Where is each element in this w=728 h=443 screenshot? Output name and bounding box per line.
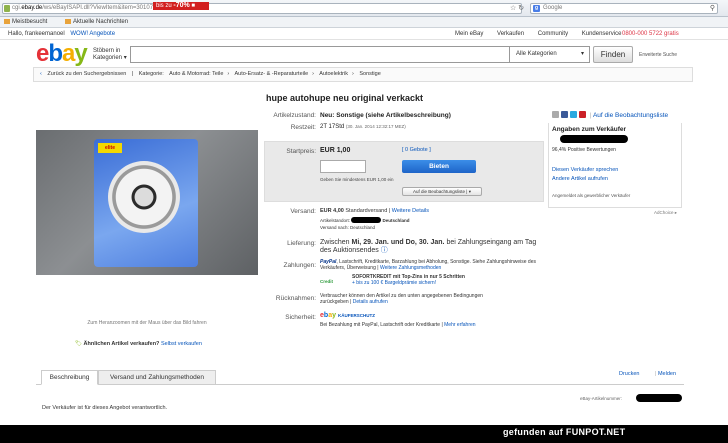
delivery-value: Zwischen Mi, 29. Jan. und Do, 30. Jan. b… (320, 239, 537, 254)
item-location: Artikelstandort: Deutschland (320, 217, 410, 223)
learn-more-link[interactable]: Mehr erfahren (444, 322, 475, 328)
google-icon[interactable]: g (533, 5, 540, 12)
sell-yourself-link[interactable]: Selbst verkaufen (161, 341, 202, 347)
breadcrumb-label: Kategorie: (138, 71, 164, 77)
bookmark-icon (4, 19, 10, 24)
ships-to: Versand nach: Deutschland (320, 225, 376, 230)
min-bid-hint: Geben Sie mindestens EUR 1,00 ein (320, 177, 394, 182)
gift-icon: ■ (191, 3, 195, 9)
breadcrumb-item[interactable]: Auto & Motorrad: Teile (169, 71, 223, 77)
photo-caption: Zum Heranzoomen mit der Maus über das Bi… (87, 320, 207, 326)
browser-search-input[interactable]: Google (530, 3, 718, 14)
info-icon[interactable]: ⓘ (381, 247, 388, 254)
price: EUR 1,00 (320, 147, 351, 154)
item-title: hupe autohupe neu original verkackt (266, 93, 424, 103)
other-items-link[interactable]: Andere Artikel aufrufen (552, 176, 608, 182)
sell-similar: 🏷 Ähnlichen Artikel verkaufen? Selbst ve… (75, 341, 202, 347)
item-number-label: eBay-Artikelnummer: (580, 396, 623, 401)
horn-image (108, 161, 180, 233)
item-photo[interactable]: elite (36, 130, 258, 275)
security-label: Sicherheit: (285, 314, 316, 321)
start-price-label: Startpreis: (286, 148, 316, 155)
bids-count-link[interactable]: [ 0 Gebote ] (402, 147, 431, 153)
breadcrumb-item[interactable]: Auto-Ersatz- & -Reparaturteile (234, 71, 308, 77)
item-number-redacted (636, 394, 682, 402)
condition-value: Neu: Sonstige (siehe Artikelbeschreibung… (320, 112, 451, 119)
returns-value: Verbraucher können den Artikel zu den un… (320, 293, 483, 305)
seller-name-redacted (560, 135, 628, 143)
tab-shipping-payment[interactable]: Versand und Zahlungsmethoden (98, 370, 216, 385)
breadcrumb-item[interactable]: Sonstige (359, 71, 380, 77)
shipping-details-link[interactable]: Weitere Details (392, 208, 429, 214)
rss-icon (65, 19, 72, 24)
tag-icon: 🏷 (75, 341, 82, 347)
seller-type: Angemeldet als gewerblicher Verkäufer (552, 193, 631, 198)
back-to-results-link[interactable]: Zurück zu den Suchergebnissen (47, 71, 126, 77)
promo-banner[interactable]: bis zu -70% ■ (153, 2, 209, 10)
contact-seller-link[interactable]: Diesen Verkäufer sprechen (552, 167, 618, 173)
bookmark-most-visited[interactable]: Meistbesucht (4, 19, 55, 25)
back-arrow-icon[interactable]: ‹ (40, 71, 42, 77)
site-identity-icon[interactable] (4, 5, 10, 12)
add-to-watchlist-link[interactable]: Auf die Beobachtungsliste (593, 112, 668, 119)
seller-heading: Angaben zum Verkäufer (552, 126, 627, 133)
condition-label: Artikelzustand: (273, 112, 316, 119)
tab-description[interactable]: Beschreibung (41, 370, 98, 385)
search-input[interactable] (130, 46, 510, 63)
my-ebay-link[interactable]: Mein eBay (455, 31, 483, 37)
shipping-value: EUR 4,00 Standardversand | Weitere Detai… (320, 208, 429, 214)
search-magnifier-icon[interactable]: ⚲ (708, 4, 717, 13)
adchoice-link[interactable]: AdChoice ▸ (654, 210, 677, 216)
bid-button[interactable]: Bieten (402, 160, 476, 173)
pinterest-icon[interactable] (579, 111, 586, 118)
package-label: elite (98, 143, 122, 153)
shipping-label: Versand: (290, 208, 316, 215)
credit-offer[interactable]: SOFORTKREDIT mit Top-Zins in nur 5 Schri… (352, 274, 465, 286)
bookmarks-bar: Meistbesucht Aktuelle Nachrichten (0, 17, 728, 28)
watermark-text: gefunden auf FUNPOT.NET (503, 427, 626, 437)
phone-number: 0800-000 5722 gratis (622, 31, 679, 37)
returns-label: Rücknahmen: (275, 295, 316, 302)
chevron-down-icon: ▾ (580, 51, 584, 57)
location-redacted (351, 217, 382, 223)
customer-service-link[interactable]: Kundenservice (582, 31, 622, 37)
payment-value: PayPal, Lastschrift, Kreditkarte, Barzah… (320, 259, 536, 271)
security-text: Bei Bezahlung mit PayPal, Lastschrift od… (320, 322, 476, 328)
payment-label: Zahlungen: (283, 262, 316, 269)
share-row: | Auf die Beobachtungsliste (552, 111, 668, 119)
watchlist-button[interactable]: Auf die Beobachtungsliste | ▾ (402, 187, 482, 196)
bid-amount-input[interactable] (320, 160, 366, 173)
top-links: Mein eBay Verkaufen Community Kundenserv… (455, 28, 633, 40)
facebook-icon[interactable] (561, 111, 568, 118)
report-link[interactable]: | Melden (655, 371, 676, 377)
email-icon[interactable] (552, 111, 559, 118)
print-link[interactable]: Drucken (619, 371, 639, 377)
find-button[interactable]: Finden (593, 46, 633, 63)
greeting: Hallo, frankeemanoel WOW! Angebote (8, 28, 115, 40)
url-bar[interactable]: cgi.ebay.de/ws/eBayISAPI.dll?ViewItem&it… (2, 3, 522, 14)
delivery-label: Lieferung: (287, 240, 316, 247)
sell-link[interactable]: Verkaufen (497, 31, 524, 37)
category-select[interactable]: Alle Kategorien ▾ (510, 46, 590, 63)
buyer-protection-logo: ebay KÄUFERSCHUTZ (320, 312, 375, 319)
bookmark-news[interactable]: Aktuelle Nachrichten (65, 19, 136, 25)
remaining-label: Restzeit: (290, 124, 316, 131)
ebay-top-strip: Hallo, frankeemanoel WOW! Angebote Mein … (0, 28, 728, 40)
remaining-value: 2T 17Std (30. Jan. 2014 12:32:17 MEZ) (320, 124, 406, 130)
ebay-logo[interactable]: ebay (36, 41, 88, 67)
credit-logo: Credit (320, 279, 334, 284)
returns-details-link[interactable]: Details aufrufen (353, 299, 388, 305)
seller-rating: 96,4% Positive Bewertungen (552, 147, 616, 153)
adchoice-icon: ▸ (674, 210, 678, 215)
breadcrumb: ‹ Zurück zu den Suchergebnissen | Katego… (33, 67, 693, 82)
advanced-search-link[interactable]: Erweiterte Suche (639, 52, 677, 58)
breadcrumb-item[interactable]: Autoelektrik (319, 71, 348, 77)
more-payment-link[interactable]: Weitere Zahlungsmethoden (380, 265, 441, 271)
twitter-icon[interactable] (570, 111, 577, 118)
greeting-text[interactable]: Hallo, frankeemanoel (8, 31, 65, 37)
wow-link[interactable]: WOW! Angebote (70, 31, 115, 37)
browse-categories[interactable]: Stöbern in Kategorien ▾ (93, 48, 127, 62)
seller-responsible-note: Der Verkäufer ist für dieses Angebot ver… (42, 405, 168, 411)
community-link[interactable]: Community (538, 31, 568, 37)
